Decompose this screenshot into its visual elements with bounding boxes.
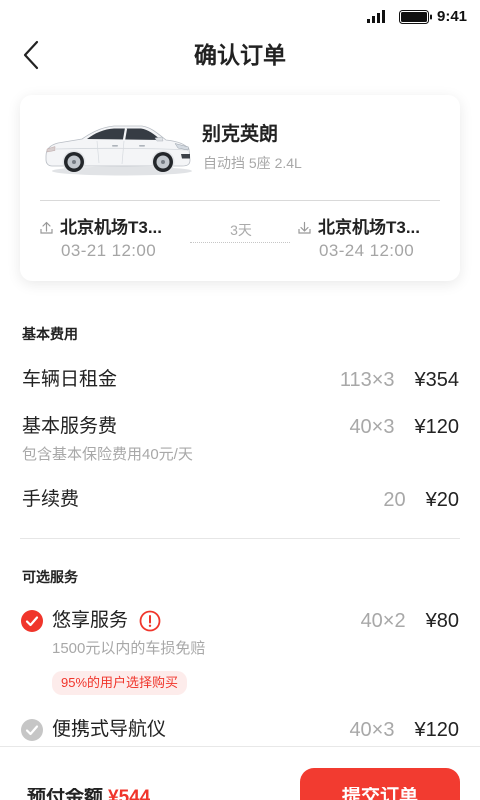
fee-row-daily-rent: 车辆日租金 113×3 ¥354 <box>0 368 480 392</box>
bottom-bar: 预付金额 ¥544 提交订单 <box>0 746 480 800</box>
pickup-time: 03-21 12:00 <box>61 241 157 260</box>
service-label: 便携式导航仪 <box>52 719 167 740</box>
service-values: 40×3 ¥120 <box>349 718 459 742</box>
service-calc: 40×2 <box>360 610 406 632</box>
fee-calc: 40×3 <box>349 416 395 438</box>
optional-services-title: 可选服务 <box>22 569 78 585</box>
fee-values: 20 ¥20 <box>383 488 459 512</box>
service-calc: 40×3 <box>349 719 395 741</box>
info-icon[interactable] <box>139 610 161 632</box>
car-image <box>45 125 192 176</box>
optional-service-item[interactable]: 悠享服务 40×2 ¥80 1500元以内的车损免赔 95%的用户选择购买 <box>0 605 480 697</box>
fee-values: 113×3 ¥354 <box>340 368 459 392</box>
popularity-badge: 95%的用户选择购买 <box>52 671 188 695</box>
status-bar: 9:41 <box>0 0 480 32</box>
optional-service-item[interactable]: 便携式导航仪 40×3 ¥120 <box>0 714 480 744</box>
upload-icon <box>40 221 53 234</box>
prepay-label: 预付金额 <box>27 788 104 800</box>
fee-label: 手续费 <box>22 489 80 510</box>
fee-row-handling: 手续费 20 ¥20 <box>0 488 480 512</box>
section-divider <box>20 538 460 539</box>
duration-dotted-line <box>190 242 290 243</box>
signal-icon <box>367 10 385 23</box>
fee-note: 包含基本保险费用40元/天 <box>22 446 193 463</box>
card-divider <box>40 200 440 201</box>
prepay-amount: ¥544 <box>108 788 151 800</box>
service-amount: ¥120 <box>414 719 460 741</box>
chevron-left-icon <box>23 40 39 70</box>
submit-order-button[interactable]: 提交订单 <box>300 768 460 800</box>
service-values: 40×2 ¥80 <box>361 609 459 633</box>
fee-calc: 20 <box>383 489 406 511</box>
basic-fees-title: 基本费用 <box>22 326 78 342</box>
back-button[interactable] <box>16 38 46 72</box>
return-location: 北京机场T3... <box>318 218 421 237</box>
fee-amount: ¥20 <box>425 489 459 511</box>
return-time: 03-24 12:00 <box>319 241 415 260</box>
fee-label: 基本服务费 <box>22 416 118 437</box>
fee-values: 40×3 ¥120 <box>349 415 459 439</box>
car-card: 别克英朗 自动挡 5座 2.4L 北京机场T3... 03-21 12:00 3… <box>20 95 460 281</box>
checked-circle-icon[interactable] <box>21 610 43 632</box>
pickup-location: 北京机场T3... <box>60 218 163 237</box>
car-name: 别克英朗 <box>202 124 279 145</box>
fee-amount: ¥354 <box>414 369 460 391</box>
header: 确认订单 <box>0 32 480 78</box>
fee-amount: ¥120 <box>414 416 460 438</box>
status-time: 9:41 <box>437 8 468 25</box>
check-circle-icon[interactable] <box>21 719 43 741</box>
car-specs: 自动挡 5座 2.4L <box>203 155 302 171</box>
battery-icon <box>399 10 432 24</box>
service-amount: ¥80 <box>425 610 459 632</box>
fee-calc: 113×3 <box>339 369 395 391</box>
rental-duration: 3天 <box>230 222 252 238</box>
fee-row-basic-service: 基本服务费 40×3 ¥120 包含基本保险费用40元/天 <box>0 415 480 465</box>
submit-label: 提交订单 <box>341 787 418 800</box>
service-note: 1500元以内的车损免赔 <box>52 640 206 657</box>
service-label: 悠享服务 <box>52 610 129 631</box>
page-title: 确认订单 <box>194 42 286 68</box>
fee-label: 车辆日租金 <box>22 369 118 390</box>
download-icon <box>298 221 311 234</box>
